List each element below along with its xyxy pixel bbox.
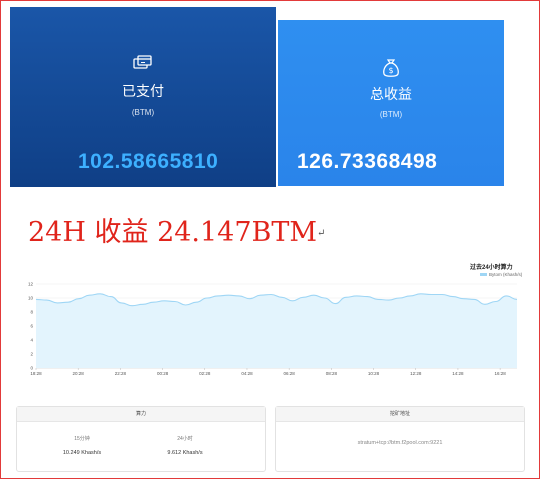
x-tick-label: 16:28 bbox=[494, 371, 506, 376]
total-earnings-card: $ 总收益 (BTM) 126.73368498 bbox=[278, 20, 504, 186]
y-tick-label: 8 bbox=[30, 310, 33, 315]
y-tick-label: 2 bbox=[30, 352, 33, 357]
x-tick-label: 20:28 bbox=[73, 371, 85, 376]
chart-title: 过去24小时算力 bbox=[470, 265, 513, 271]
money-bag-icon: $ bbox=[383, 59, 399, 77]
total-title: 总收益 bbox=[370, 87, 412, 103]
stat-15min: 15分钟 10.249 Khash/s bbox=[42, 435, 122, 456]
hashrate-panel: 算力 15分钟 10.249 Khash/s 24小时 9.612 Khash/… bbox=[16, 406, 266, 472]
chart-legend[interactable]: Bytom (Khash/s) bbox=[480, 272, 522, 277]
stat-15min-value: 10.249 Khash/s bbox=[62, 450, 102, 456]
x-tick-label: 06:28 bbox=[284, 371, 296, 376]
x-tick-label: 18:28 bbox=[30, 371, 42, 376]
x-tick-label: 00:28 bbox=[157, 371, 169, 376]
legend-swatch bbox=[480, 273, 487, 277]
hashrate-chart: 0 2 4 6 8 10 12 18:28 20:28 22:28 00:28 02:28 04:28 0… bbox=[28, 282, 518, 376]
mining-address-title: 挖矿地址 bbox=[276, 407, 524, 422]
paid-title: 已支付 bbox=[122, 84, 164, 100]
x-tick-label: 08:28 bbox=[326, 371, 338, 376]
legend-label: Bytom (Khash/s) bbox=[489, 272, 523, 277]
x-tick-label: 02:28 bbox=[199, 371, 211, 376]
y-tick-label: 4 bbox=[30, 338, 33, 343]
payment-card-icon bbox=[133, 55, 152, 69]
y-tick-label: 6 bbox=[30, 324, 33, 329]
stat-24h-value: 9.612 Khash/s bbox=[167, 450, 203, 456]
y-tick-label: 0 bbox=[30, 366, 33, 371]
headline-text: 24H 收益 24.147BTM bbox=[28, 217, 318, 248]
paid-amount: 102.58665810 bbox=[78, 150, 219, 173]
return-mark: ↵ bbox=[317, 228, 326, 239]
total-unit: (BTM) bbox=[379, 110, 403, 119]
series-area bbox=[36, 293, 517, 368]
x-tick-label: 22:28 bbox=[115, 371, 127, 376]
x-tick-label: 14:28 bbox=[452, 371, 464, 376]
stat-15min-label: 15分钟 bbox=[74, 436, 90, 442]
x-tick-label: 04:28 bbox=[241, 371, 253, 376]
paid-card: 已支付 (BTM) 102.58665810 bbox=[10, 7, 276, 187]
svg-text:$: $ bbox=[388, 66, 393, 75]
x-tick-label: 10:28 bbox=[368, 371, 380, 376]
daily-earnings-headline: 24H 收益 24.147BTM↵ bbox=[28, 210, 325, 249]
stat-24h-label: 24小时 bbox=[177, 436, 193, 442]
y-tick-label: 12 bbox=[28, 282, 34, 287]
total-amount: 126.73368498 bbox=[297, 150, 438, 173]
x-tick-label: 12:28 bbox=[410, 371, 422, 376]
stat-24h: 24小时 9.612 Khash/s bbox=[145, 435, 225, 456]
hashrate-panel-title: 算力 bbox=[17, 407, 265, 422]
mining-address-value[interactable]: stratum+tcp://btm.f2pool.com:9221 bbox=[276, 440, 524, 446]
y-tick-label: 10 bbox=[28, 296, 34, 301]
mining-address-panel: 挖矿地址 stratum+tcp://btm.f2pool.com:9221 bbox=[275, 406, 525, 472]
paid-unit: (BTM) bbox=[131, 108, 155, 117]
